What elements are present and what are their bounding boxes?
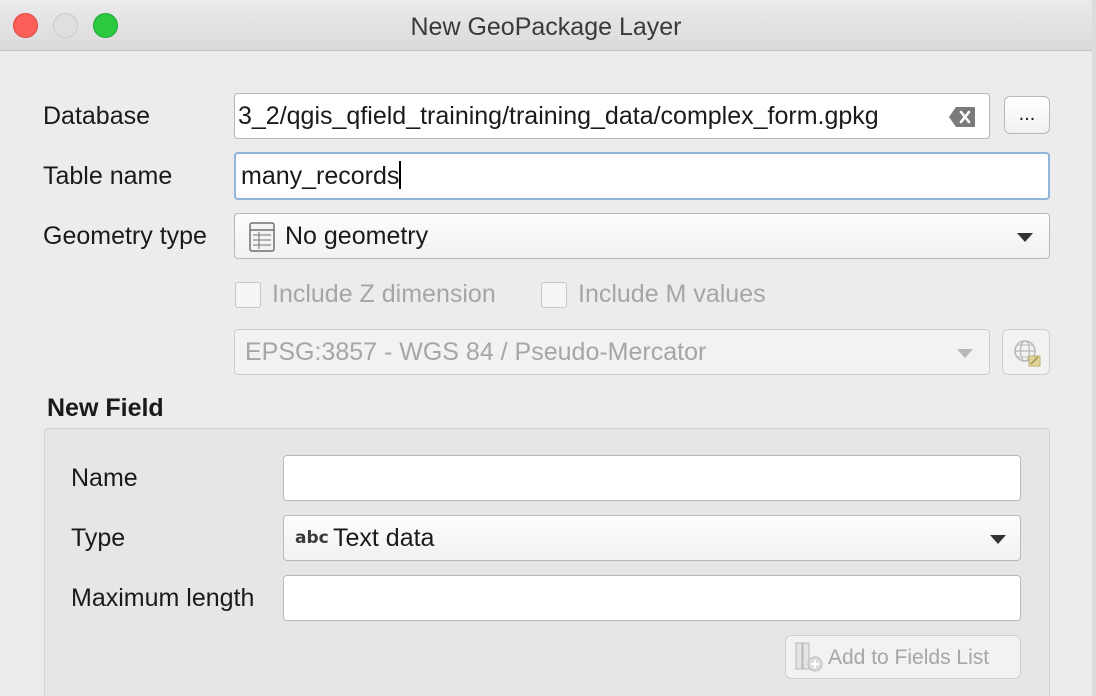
new-field-section-title: New Field	[47, 394, 164, 422]
text-type-icon: abc	[295, 528, 329, 548]
geometry-type-value: No geometry	[285, 222, 429, 250]
crs-combobox[interactable]: EPSG:3857 - WGS 84 / Pseudo-Mercator	[234, 329, 990, 375]
text-cursor	[399, 161, 402, 189]
crs-globe-icon	[1014, 340, 1041, 367]
max-length-label: Maximum length	[71, 584, 255, 612]
field-type-value: Text data	[333, 524, 435, 552]
field-name-label: Name	[71, 464, 138, 492]
background-window-edge	[1092, 0, 1096, 696]
field-name-input[interactable]	[283, 455, 1021, 501]
table-icon	[249, 222, 275, 252]
chevron-down-icon	[990, 535, 1006, 544]
select-crs-button[interactable]	[1002, 329, 1050, 375]
window-title: New GeoPackage Layer	[410, 13, 682, 41]
table-name-label: Table name	[43, 162, 173, 190]
max-length-input[interactable]	[283, 575, 1021, 621]
include-z-label: Include Z dimension	[272, 280, 496, 308]
add-to-fields-list-label: Add to Fields List	[828, 646, 990, 669]
title-bar: New GeoPackage Layer	[0, 0, 1092, 51]
add-field-icon	[795, 642, 823, 672]
field-type-label: Type	[71, 524, 126, 552]
chevron-down-icon	[1017, 233, 1033, 242]
add-to-fields-list-button[interactable]: Add to Fields List	[785, 635, 1021, 679]
clear-text-icon[interactable]	[948, 106, 976, 128]
chevron-down-icon	[957, 349, 973, 358]
table-name-value: many_records	[241, 162, 400, 190]
geometry-type-combobox[interactable]: No geometry	[234, 213, 1050, 259]
include-z-checkbox[interactable]	[235, 282, 261, 308]
table-name-input[interactable]: many_records	[234, 152, 1050, 200]
new-geopackage-layer-dialog: New GeoPackage Layer Database 3_2/qgis_q…	[0, 0, 1093, 696]
field-type-combobox[interactable]: abc Text data	[283, 515, 1021, 561]
geometry-type-label: Geometry type	[43, 222, 207, 250]
database-path-value: 3_2/qgis_qfield_training/training_data/c…	[238, 102, 879, 130]
include-m-label: Include M values	[578, 280, 766, 308]
database-label: Database	[43, 102, 151, 130]
crs-value: EPSG:3857 - WGS 84 / Pseudo-Mercator	[245, 338, 707, 366]
include-m-checkbox[interactable]	[541, 282, 567, 308]
browse-database-button[interactable]: ...	[1004, 96, 1050, 134]
database-path-input[interactable]: 3_2/qgis_qfield_training/training_data/c…	[234, 93, 990, 139]
